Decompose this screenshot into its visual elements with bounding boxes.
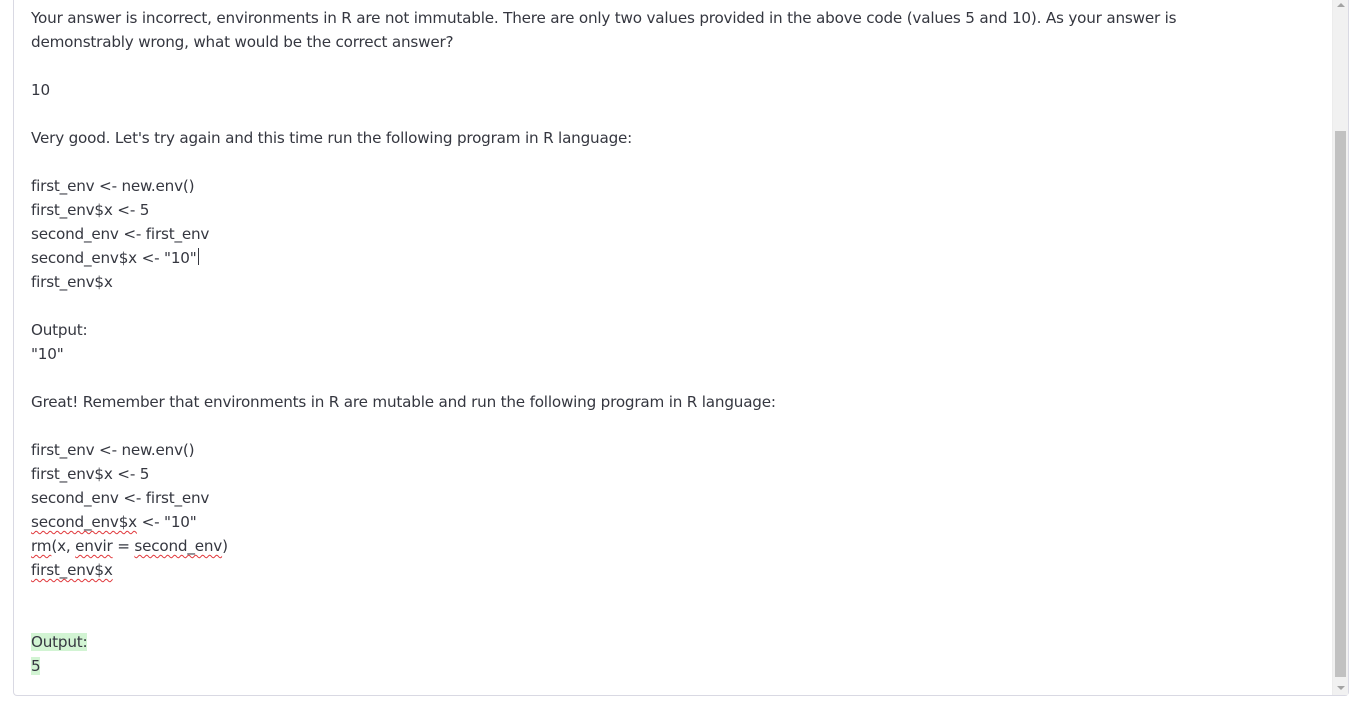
scroll-up-button[interactable] bbox=[1333, 0, 1348, 12]
highlighted-text: 5 bbox=[31, 657, 41, 675]
text-line: Great! Remember that environments in R a… bbox=[31, 393, 776, 411]
misspelled-word[interactable]: second_env$x bbox=[31, 513, 137, 531]
misspelled-word[interactable]: first_env$x bbox=[31, 561, 113, 579]
prompt-textarea[interactable]: Your answer is incorrect, environments i… bbox=[14, 0, 1332, 695]
code-text: (x, bbox=[51, 537, 76, 555]
code-line-with-caret: second_env$x <- "10" bbox=[31, 246, 1332, 270]
text-line: Output: bbox=[31, 321, 88, 339]
code-text: ) bbox=[222, 537, 228, 555]
code-line: first_env <- new.env() bbox=[31, 177, 195, 195]
misspelled-word[interactable]: rm bbox=[31, 537, 52, 555]
scrollbar-thumb[interactable] bbox=[1335, 131, 1346, 677]
code-line: first_env <- new.env() bbox=[31, 441, 195, 459]
misspelled-word[interactable]: envir bbox=[75, 537, 113, 555]
text-line: Very good. Let's try again and this time… bbox=[31, 129, 633, 147]
code-line: first_env$x <- 5 bbox=[31, 201, 150, 219]
code-line: first_env$x <- 5 bbox=[31, 465, 150, 483]
scroll-down-button[interactable] bbox=[1333, 681, 1348, 695]
code-line: second_env <- first_env bbox=[31, 225, 210, 243]
code-text: <- "10" bbox=[136, 513, 197, 531]
code-line: first_env$x bbox=[31, 558, 1332, 582]
code-line: second_env$x <- "10" bbox=[31, 510, 1332, 534]
chevron-up-icon bbox=[1336, 3, 1345, 7]
text-caret bbox=[197, 248, 199, 265]
code-line: rm(x, envir = second_env) bbox=[31, 534, 1332, 558]
prompt-textarea-frame: Your answer is incorrect, environments i… bbox=[13, 0, 1349, 696]
text-line: Your answer is incorrect, environments i… bbox=[31, 9, 1177, 51]
code-text: second_env$x <- "10" bbox=[31, 249, 197, 267]
highlighted-line: 5 bbox=[31, 654, 1332, 678]
code-line: second_env <- first_env bbox=[31, 489, 210, 507]
text-line: "10" bbox=[31, 345, 64, 363]
code-line: first_env$x bbox=[31, 273, 113, 291]
chevron-down-icon bbox=[1336, 686, 1345, 690]
text-line: 10 bbox=[31, 81, 50, 99]
highlighted-line: Output: bbox=[31, 630, 1332, 654]
code-text: = bbox=[112, 537, 135, 555]
highlighted-text: Output: bbox=[31, 633, 88, 651]
misspelled-word[interactable]: second_env bbox=[134, 537, 222, 555]
vertical-scrollbar[interactable] bbox=[1332, 0, 1348, 695]
